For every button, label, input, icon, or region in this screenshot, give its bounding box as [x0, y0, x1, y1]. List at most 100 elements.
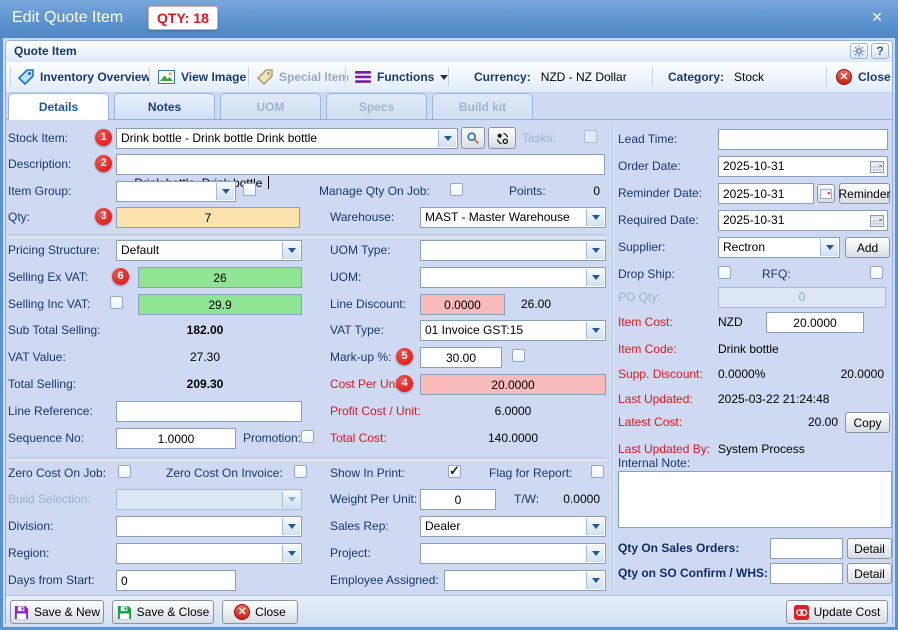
- supplier-dropdown[interactable]: Rectron: [718, 237, 840, 258]
- rfq-checkbox[interactable]: [870, 266, 883, 279]
- reminder-calendar-button[interactable]: [817, 184, 835, 203]
- pricing-structure-label: Pricing Structure:: [8, 243, 101, 257]
- dropdown-arrow-icon[interactable]: [586, 269, 604, 286]
- uom-dropdown[interactable]: [420, 267, 606, 288]
- region-dropdown[interactable]: [116, 543, 302, 564]
- dropdown-arrow-icon[interactable]: [282, 242, 300, 259]
- selling-inc-vat-input[interactable]: [138, 294, 302, 315]
- pricing-structure-value: Default: [121, 243, 160, 257]
- qty-sales-orders-input[interactable]: [770, 538, 843, 559]
- zero-cost-job-checkbox[interactable]: [118, 465, 131, 478]
- selling-inc-vat-checkbox[interactable]: [110, 296, 123, 309]
- tab-specs: Specs: [326, 93, 427, 119]
- required-date-input[interactable]: 2025-10-31: [718, 210, 888, 231]
- warehouse-dropdown[interactable]: MAST - Master Warehouse: [420, 207, 606, 228]
- latest-cost-label: Latest Cost:: [618, 415, 683, 429]
- add-supplier-button[interactable]: Add: [845, 237, 890, 258]
- toolbar-close-button[interactable]: ✕ Close: [836, 66, 891, 88]
- tab-uom: UOM: [220, 93, 321, 119]
- supplier-label: Supplier:: [618, 240, 666, 254]
- supp-discount-value: 20.0000: [840, 367, 884, 381]
- reminder-button[interactable]: Reminder: [838, 183, 891, 204]
- sequence-no-input[interactable]: [116, 428, 236, 449]
- selling-ex-vat-label: Selling Ex VAT:: [8, 270, 89, 284]
- qty-input[interactable]: [116, 207, 300, 228]
- zero-cost-invoice-checkbox[interactable]: [294, 465, 307, 478]
- update-cost-button[interactable]: Update Cost: [786, 600, 888, 624]
- qty-so-confirm-label: Qty on SO Confirm / WHS:: [618, 566, 768, 580]
- calendar-icon[interactable]: [870, 160, 884, 173]
- save-and-new-button[interactable]: Save & New: [10, 600, 104, 624]
- dropdown-arrow-icon[interactable]: [586, 518, 604, 535]
- stock-item-combobox[interactable]: Drink bottle - Drink bottle Drink bottle: [116, 128, 458, 149]
- markup-input[interactable]: [420, 347, 502, 368]
- line-reference-input[interactable]: [116, 401, 302, 422]
- lead-time-label: Lead Time:: [618, 132, 678, 146]
- qty-sales-orders-detail-button[interactable]: Detail: [847, 538, 892, 559]
- weight-per-unit-input[interactable]: [420, 489, 496, 510]
- stock-search-button[interactable]: [461, 127, 485, 149]
- item-group-dropdown[interactable]: [116, 181, 236, 202]
- division-dropdown[interactable]: [116, 516, 302, 537]
- marker-2: 2: [95, 155, 112, 172]
- tab-notes[interactable]: Notes: [114, 93, 215, 119]
- save-and-close-button[interactable]: Save & Close: [112, 600, 214, 624]
- dropdown-arrow-icon[interactable]: [216, 183, 234, 200]
- description-input[interactable]: Drink bottle Drink bottle: [116, 154, 605, 190]
- dropdown-arrow-icon[interactable]: [586, 545, 604, 562]
- window-close-icon[interactable]: ×: [866, 6, 888, 28]
- marker-3: 3: [95, 208, 112, 225]
- close-button[interactable]: ✕ Close: [222, 600, 298, 624]
- view-image-button[interactable]: View Image: [158, 66, 246, 88]
- cost-per-unit-input[interactable]: [420, 374, 606, 395]
- days-from-start-input[interactable]: [116, 570, 236, 591]
- supp-discount-label: Supp. Discount:: [618, 367, 703, 381]
- dropdown-arrow-icon[interactable]: [586, 209, 604, 226]
- separator: [8, 234, 606, 238]
- show-in-print-checkbox[interactable]: [448, 463, 461, 479]
- functions-menu-button[interactable]: Functions: [355, 66, 449, 88]
- reminder-date-input[interactable]: [718, 183, 814, 204]
- internal-note-textarea[interactable]: [618, 471, 892, 528]
- item-cost-input[interactable]: [766, 312, 864, 333]
- pricing-structure-dropdown[interactable]: Default: [116, 240, 302, 261]
- help-button[interactable]: ?: [871, 43, 889, 59]
- sales-rep-dropdown[interactable]: Dealer: [420, 516, 606, 537]
- stock-replace-button[interactable]: [488, 127, 516, 149]
- dropdown-arrow-icon[interactable]: [282, 518, 300, 535]
- copy-cost-button[interactable]: Copy: [845, 412, 890, 433]
- qty-so-confirm-detail-button[interactable]: Detail: [847, 563, 892, 584]
- dropdown-arrow-icon[interactable]: [586, 322, 604, 339]
- inventory-overview-button[interactable]: Inventory Overview: [18, 66, 151, 88]
- dropdown-arrow-icon[interactable]: [282, 545, 300, 562]
- item-group-checkbox[interactable]: [243, 183, 256, 196]
- qty-label: Qty:: [8, 210, 31, 224]
- division-label: Division:: [8, 519, 54, 533]
- qty-so-confirm-input[interactable]: [770, 563, 843, 584]
- tw-label: T/W:: [514, 492, 540, 506]
- uom-type-dropdown[interactable]: [420, 240, 606, 261]
- dropdown-arrow-icon[interactable]: [438, 130, 456, 147]
- dropdown-arrow-icon[interactable]: [586, 572, 604, 589]
- promotion-checkbox[interactable]: [301, 430, 314, 443]
- calendar-icon[interactable]: [870, 214, 884, 227]
- lead-time-input[interactable]: [718, 129, 888, 150]
- tab-details[interactable]: Details: [8, 93, 109, 120]
- points-label: Points:: [509, 184, 546, 198]
- flag-for-report-checkbox[interactable]: [591, 465, 604, 478]
- order-date-input[interactable]: 2025-10-31: [718, 156, 888, 177]
- dropdown-arrow-icon[interactable]: [586, 242, 604, 259]
- selling-ex-vat-input[interactable]: [138, 267, 302, 288]
- toolbar-separator: [826, 67, 828, 86]
- project-dropdown[interactable]: [420, 543, 606, 564]
- drop-ship-checkbox[interactable]: [718, 266, 731, 279]
- manage-qty-checkbox[interactable]: [450, 183, 463, 196]
- markup-checkbox[interactable]: [512, 349, 525, 362]
- line-discount-input[interactable]: [420, 294, 505, 315]
- settings-button[interactable]: [850, 43, 868, 59]
- dropdown-arrow-icon[interactable]: [820, 239, 838, 256]
- vat-type-dropdown[interactable]: 01 Invoice GST:15: [420, 320, 606, 341]
- latest-cost-value: 20.00: [807, 415, 838, 429]
- employee-assigned-dropdown[interactable]: [444, 570, 606, 591]
- tw-value: 0.0000: [563, 492, 600, 506]
